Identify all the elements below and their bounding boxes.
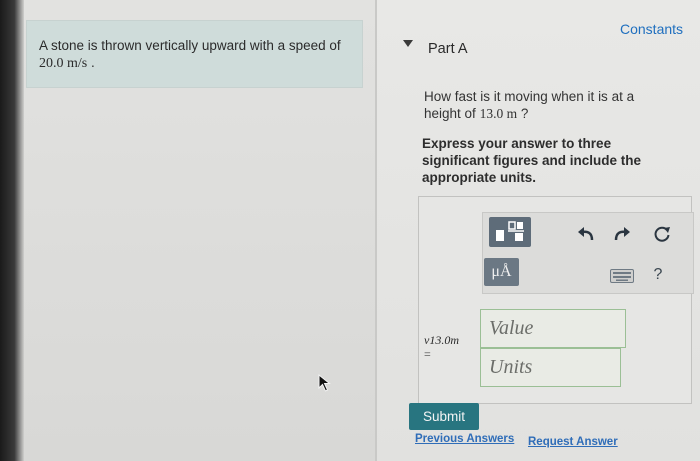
mouse-cursor-icon	[318, 374, 331, 392]
answer-variable-label: v13.0m	[424, 333, 459, 347]
fraction-template-icon	[496, 221, 524, 241]
constants-link[interactable]: Constants	[620, 21, 683, 37]
problem-statement-box: A stone is thrown vertically upward with…	[26, 20, 363, 88]
help-button[interactable]: ?	[648, 265, 668, 285]
undo-icon	[578, 227, 594, 241]
previous-answers-link[interactable]: Previous Answers	[415, 433, 514, 445]
units-button[interactable]: μÅ	[484, 258, 519, 286]
reset-icon	[654, 226, 670, 242]
problem-text: A stone is thrown vertically upward with…	[39, 38, 341, 53]
value-placeholder: Value	[489, 317, 534, 339]
equals-sign: =	[424, 347, 431, 361]
request-answer-link[interactable]: Request Answer	[528, 436, 618, 448]
keyboard-icon	[610, 269, 634, 283]
value-input[interactable]: Value	[480, 309, 626, 348]
problem-period: .	[87, 55, 95, 70]
question-height: 13.0 m	[479, 106, 518, 121]
question-suffix: ?	[517, 106, 529, 121]
redo-button[interactable]	[612, 224, 632, 244]
triangle-down-icon[interactable]	[403, 39, 413, 49]
fraction-template-button[interactable]	[489, 217, 531, 247]
keyboard-button[interactable]	[609, 268, 635, 284]
submit-label: Submit	[422, 409, 466, 424]
reset-button[interactable]	[652, 224, 672, 244]
undo-button[interactable]	[576, 224, 596, 244]
units-placeholder: Units	[489, 356, 533, 378]
help-label: ?	[653, 266, 663, 283]
question-prompt: How fast is it moving when it is at a he…	[424, 89, 635, 121]
submit-button[interactable]: Submit	[409, 403, 479, 430]
problem-statement: A stone is thrown vertically upward with…	[39, 37, 359, 72]
problem-speed: 20.0 m/s	[39, 56, 88, 71]
question-text: How fast is it moving when it is at a he…	[424, 88, 664, 122]
answer-instruction: Express your answer to three significant…	[422, 136, 642, 185]
part-title[interactable]: Part A	[428, 41, 468, 57]
units-input[interactable]: Units	[480, 348, 621, 387]
redo-icon	[614, 227, 630, 241]
screen-bezel	[0, 0, 24, 461]
units-button-label: μÅ	[491, 263, 512, 280]
